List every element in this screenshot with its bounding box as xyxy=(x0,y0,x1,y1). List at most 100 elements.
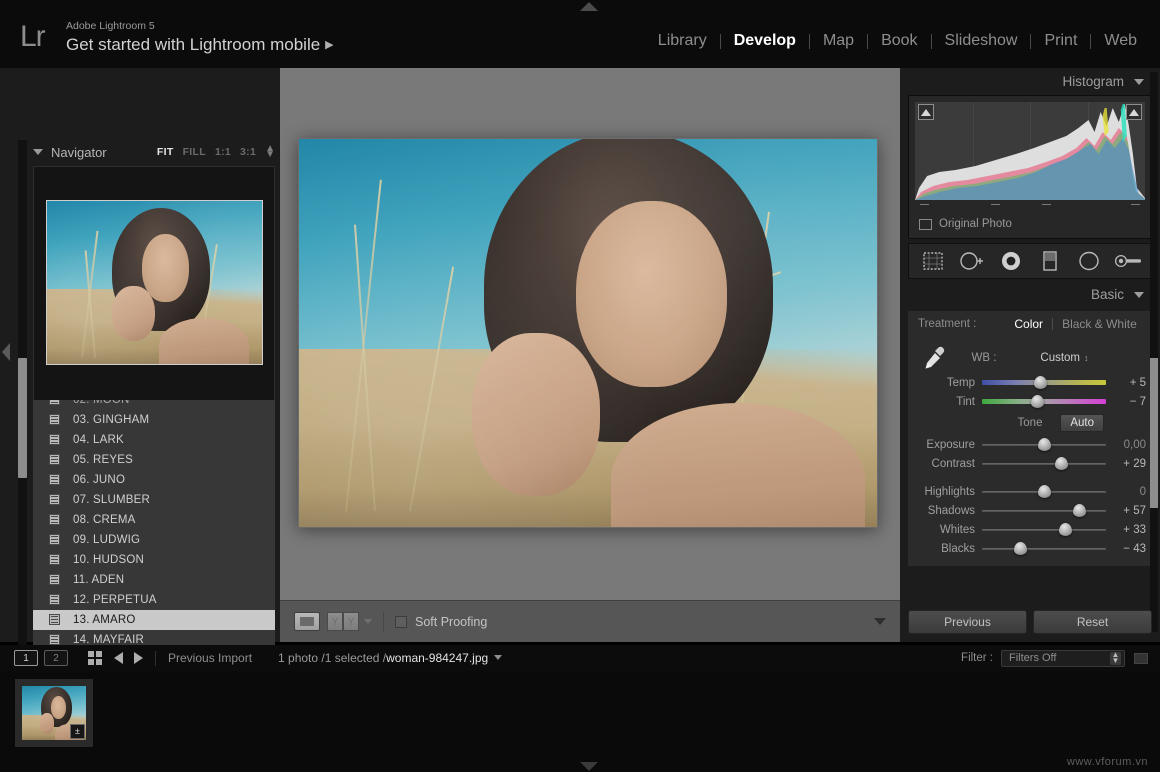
before-after-yy-icon[interactable]: YY xyxy=(327,612,359,631)
toolbar-hide-chevron-icon[interactable] xyxy=(874,618,886,625)
preset-item[interactable]: 13. AMARO xyxy=(33,610,275,630)
highlight-clipping-indicator[interactable] xyxy=(1126,104,1142,120)
spot-removal-tool[interactable] xyxy=(957,249,987,273)
top-panel-toggle-arrow[interactable] xyxy=(580,2,598,11)
filmstrip-toggle-arrow[interactable] xyxy=(580,762,598,771)
left-panel-collapse-arrow[interactable] xyxy=(2,343,10,361)
adjustment-brush-tool[interactable] xyxy=(1113,249,1143,273)
filter-select[interactable]: Filters Off ▲▼ xyxy=(1001,650,1125,667)
preset-item[interactable]: 02. MOON xyxy=(33,400,275,410)
navigator-preview[interactable] xyxy=(33,166,275,402)
previous-button[interactable]: Previous xyxy=(908,610,1027,634)
navigator-zoom-stepper-icon[interactable]: ▲▼ xyxy=(265,146,275,158)
preset-item[interactable]: 09. LUDWIG xyxy=(33,530,275,550)
preset-item[interactable]: 07. SLUMBER xyxy=(33,490,275,510)
slider-temp[interactable]: Temp+ 5 xyxy=(908,373,1152,392)
graduated-filter-tool[interactable] xyxy=(1035,249,1065,273)
image-canvas[interactable] xyxy=(280,68,900,600)
reset-button[interactable]: Reset xyxy=(1033,610,1152,634)
main-window-button[interactable]: 1 xyxy=(14,650,38,666)
module-map[interactable]: Map xyxy=(810,31,867,51)
slider-value[interactable]: + 29 xyxy=(1106,458,1146,470)
loupe-view-icon[interactable] xyxy=(294,612,320,631)
slider-knob[interactable] xyxy=(1014,542,1027,555)
histogram-disclosure-triangle-icon[interactable] xyxy=(1134,79,1144,85)
preset-item[interactable]: 08. CREMA xyxy=(33,510,275,530)
auto-tone-button[interactable]: Auto xyxy=(1060,414,1104,432)
shadow-clipping-indicator[interactable] xyxy=(918,104,934,120)
slider-value[interactable]: − 43 xyxy=(1106,543,1146,555)
identity-plate[interactable]: Adobe Lightroom 5 Get started with Light… xyxy=(66,20,334,56)
slider-track[interactable] xyxy=(982,458,1106,469)
histogram-graph[interactable] xyxy=(915,102,1145,200)
histogram-header[interactable]: Histogram xyxy=(900,68,1160,95)
slider-value[interactable]: 0,00 xyxy=(1106,439,1146,451)
slider-track[interactable] xyxy=(982,439,1106,450)
filename-dropdown-icon[interactable] xyxy=(494,655,502,660)
second-window-button[interactable]: 2 xyxy=(44,650,68,666)
slider-knob[interactable] xyxy=(1034,376,1047,389)
slider-value[interactable]: + 57 xyxy=(1106,505,1146,517)
slider-knob[interactable] xyxy=(1038,485,1051,498)
wb-stepper-icon[interactable]: ↕ xyxy=(1084,353,1089,363)
identity-plate-arrow-icon[interactable]: ▶ xyxy=(325,39,333,51)
slider-knob[interactable] xyxy=(1038,438,1051,451)
red-eye-correction-tool[interactable] xyxy=(996,249,1026,273)
slider-knob[interactable] xyxy=(1055,457,1068,470)
original-photo-checkbox-icon[interactable] xyxy=(919,219,932,230)
slider-tint[interactable]: Tint− 7 xyxy=(908,392,1152,411)
slider-blacks[interactable]: Blacks− 43 xyxy=(908,539,1152,558)
treatment-option-color[interactable]: Color xyxy=(1014,317,1043,331)
module-library[interactable]: Library xyxy=(645,31,720,51)
navigator-zoom-1-1[interactable]: 1:1 xyxy=(215,146,231,158)
slider-track[interactable] xyxy=(982,543,1106,554)
preset-item[interactable]: 10. HUDSON xyxy=(33,550,275,570)
slider-track[interactable] xyxy=(982,505,1106,516)
filter-stepper-icon[interactable]: ▲▼ xyxy=(1110,652,1121,665)
navigator-zoom-3-1[interactable]: 3:1 xyxy=(240,146,256,158)
filter-flag-swatch[interactable] xyxy=(1134,653,1148,664)
white-balance-eyedropper-icon[interactable] xyxy=(920,345,950,371)
slider-knob[interactable] xyxy=(1059,523,1072,536)
navigator-zoom-fill[interactable]: FILL xyxy=(183,146,206,158)
slider-value[interactable]: 0 xyxy=(1106,486,1146,498)
develop-adjustment-badge-icon[interactable]: ± xyxy=(70,724,85,739)
slider-shadows[interactable]: Shadows+ 57 xyxy=(908,501,1152,520)
module-print[interactable]: Print xyxy=(1031,31,1090,51)
basic-disclosure-triangle-icon[interactable] xyxy=(1134,292,1144,298)
radial-filter-tool[interactable] xyxy=(1074,249,1104,273)
navigate-forward-icon[interactable] xyxy=(134,652,143,664)
module-web[interactable]: Web xyxy=(1091,31,1150,51)
slider-contrast[interactable]: Contrast+ 29 xyxy=(908,454,1152,473)
original-photo-row[interactable]: Original Photo xyxy=(915,214,1145,236)
slider-knob[interactable] xyxy=(1073,504,1086,517)
slider-whites[interactable]: Whites+ 33 xyxy=(908,520,1152,539)
filmstrip-thumbnail[interactable]: ± xyxy=(15,679,93,747)
navigator-disclosure-triangle-icon[interactable] xyxy=(33,149,43,155)
preset-item[interactable]: 03. GINGHAM xyxy=(33,410,275,430)
slider-exposure[interactable]: Exposure0,00 xyxy=(908,435,1152,454)
slider-track[interactable] xyxy=(982,524,1106,535)
soft-proofing-checkbox[interactable] xyxy=(395,616,407,628)
main-photo[interactable] xyxy=(298,138,878,528)
basic-panel-header[interactable]: Basic xyxy=(900,281,1160,308)
module-slideshow[interactable]: Slideshow xyxy=(932,31,1031,51)
module-develop[interactable]: Develop xyxy=(721,31,809,51)
preset-list[interactable]: 02. MOON03. GINGHAM04. LARK05. REYES06. … xyxy=(33,400,275,662)
grid-view-icon[interactable] xyxy=(88,651,103,665)
preset-item[interactable]: 11. ADEN xyxy=(33,570,275,590)
slider-track[interactable] xyxy=(982,396,1106,407)
chevron-down-icon[interactable] xyxy=(364,619,372,624)
slider-highlights[interactable]: Highlights0 xyxy=(908,482,1152,501)
module-book[interactable]: Book xyxy=(868,31,930,51)
treatment-option-black-and-white[interactable]: Black & White xyxy=(1062,317,1137,331)
preset-item[interactable]: 05. REYES xyxy=(33,450,275,470)
preset-item[interactable]: 04. LARK xyxy=(33,430,275,450)
slider-track[interactable] xyxy=(982,486,1106,497)
preset-item[interactable]: 06. JUNO xyxy=(33,470,275,490)
wb-preset-value[interactable]: Custom xyxy=(1040,352,1080,364)
slider-knob[interactable] xyxy=(1031,395,1044,408)
crop-overlay-tool[interactable] xyxy=(918,249,948,273)
source-label[interactable]: Previous Import xyxy=(168,651,252,665)
slider-track[interactable] xyxy=(982,377,1106,388)
